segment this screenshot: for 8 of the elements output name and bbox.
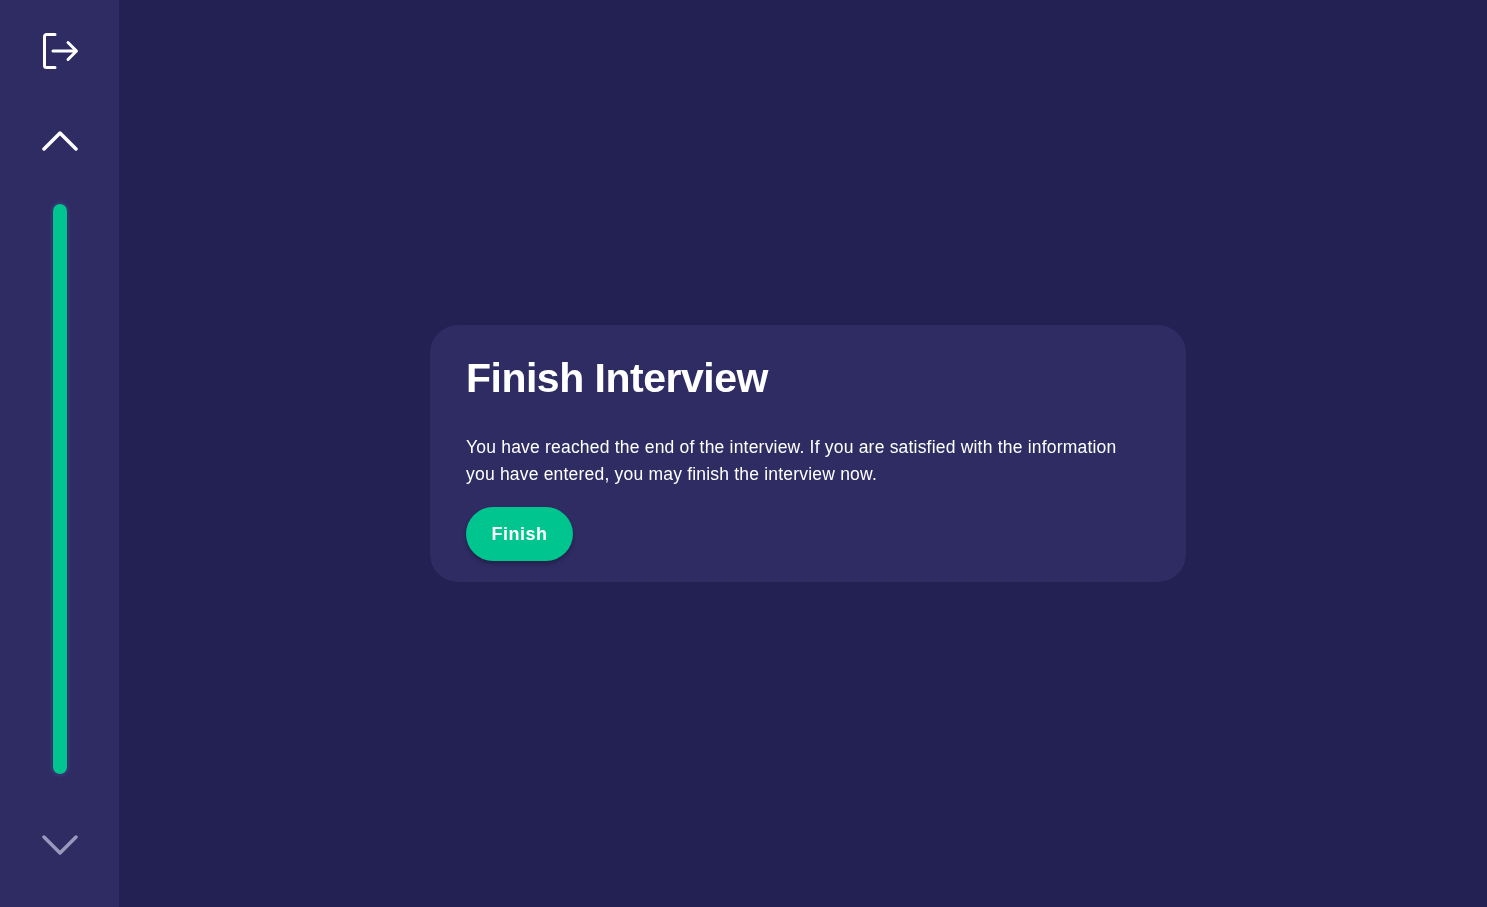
exit-icon [40, 32, 79, 70]
chevron-up-icon [41, 131, 78, 151]
card-title: Finish Interview [466, 355, 770, 401]
chevron-down-icon [41, 835, 78, 855]
card-text: You have reached the end of the interview. If you are satisfied with the information you have entered, you may finish the interview now. [466, 436, 1118, 486]
exit-button[interactable] [40, 32, 79, 70]
scroll-up-button[interactable] [41, 130, 78, 152]
finish-button[interactable]: Finish [466, 507, 573, 561]
